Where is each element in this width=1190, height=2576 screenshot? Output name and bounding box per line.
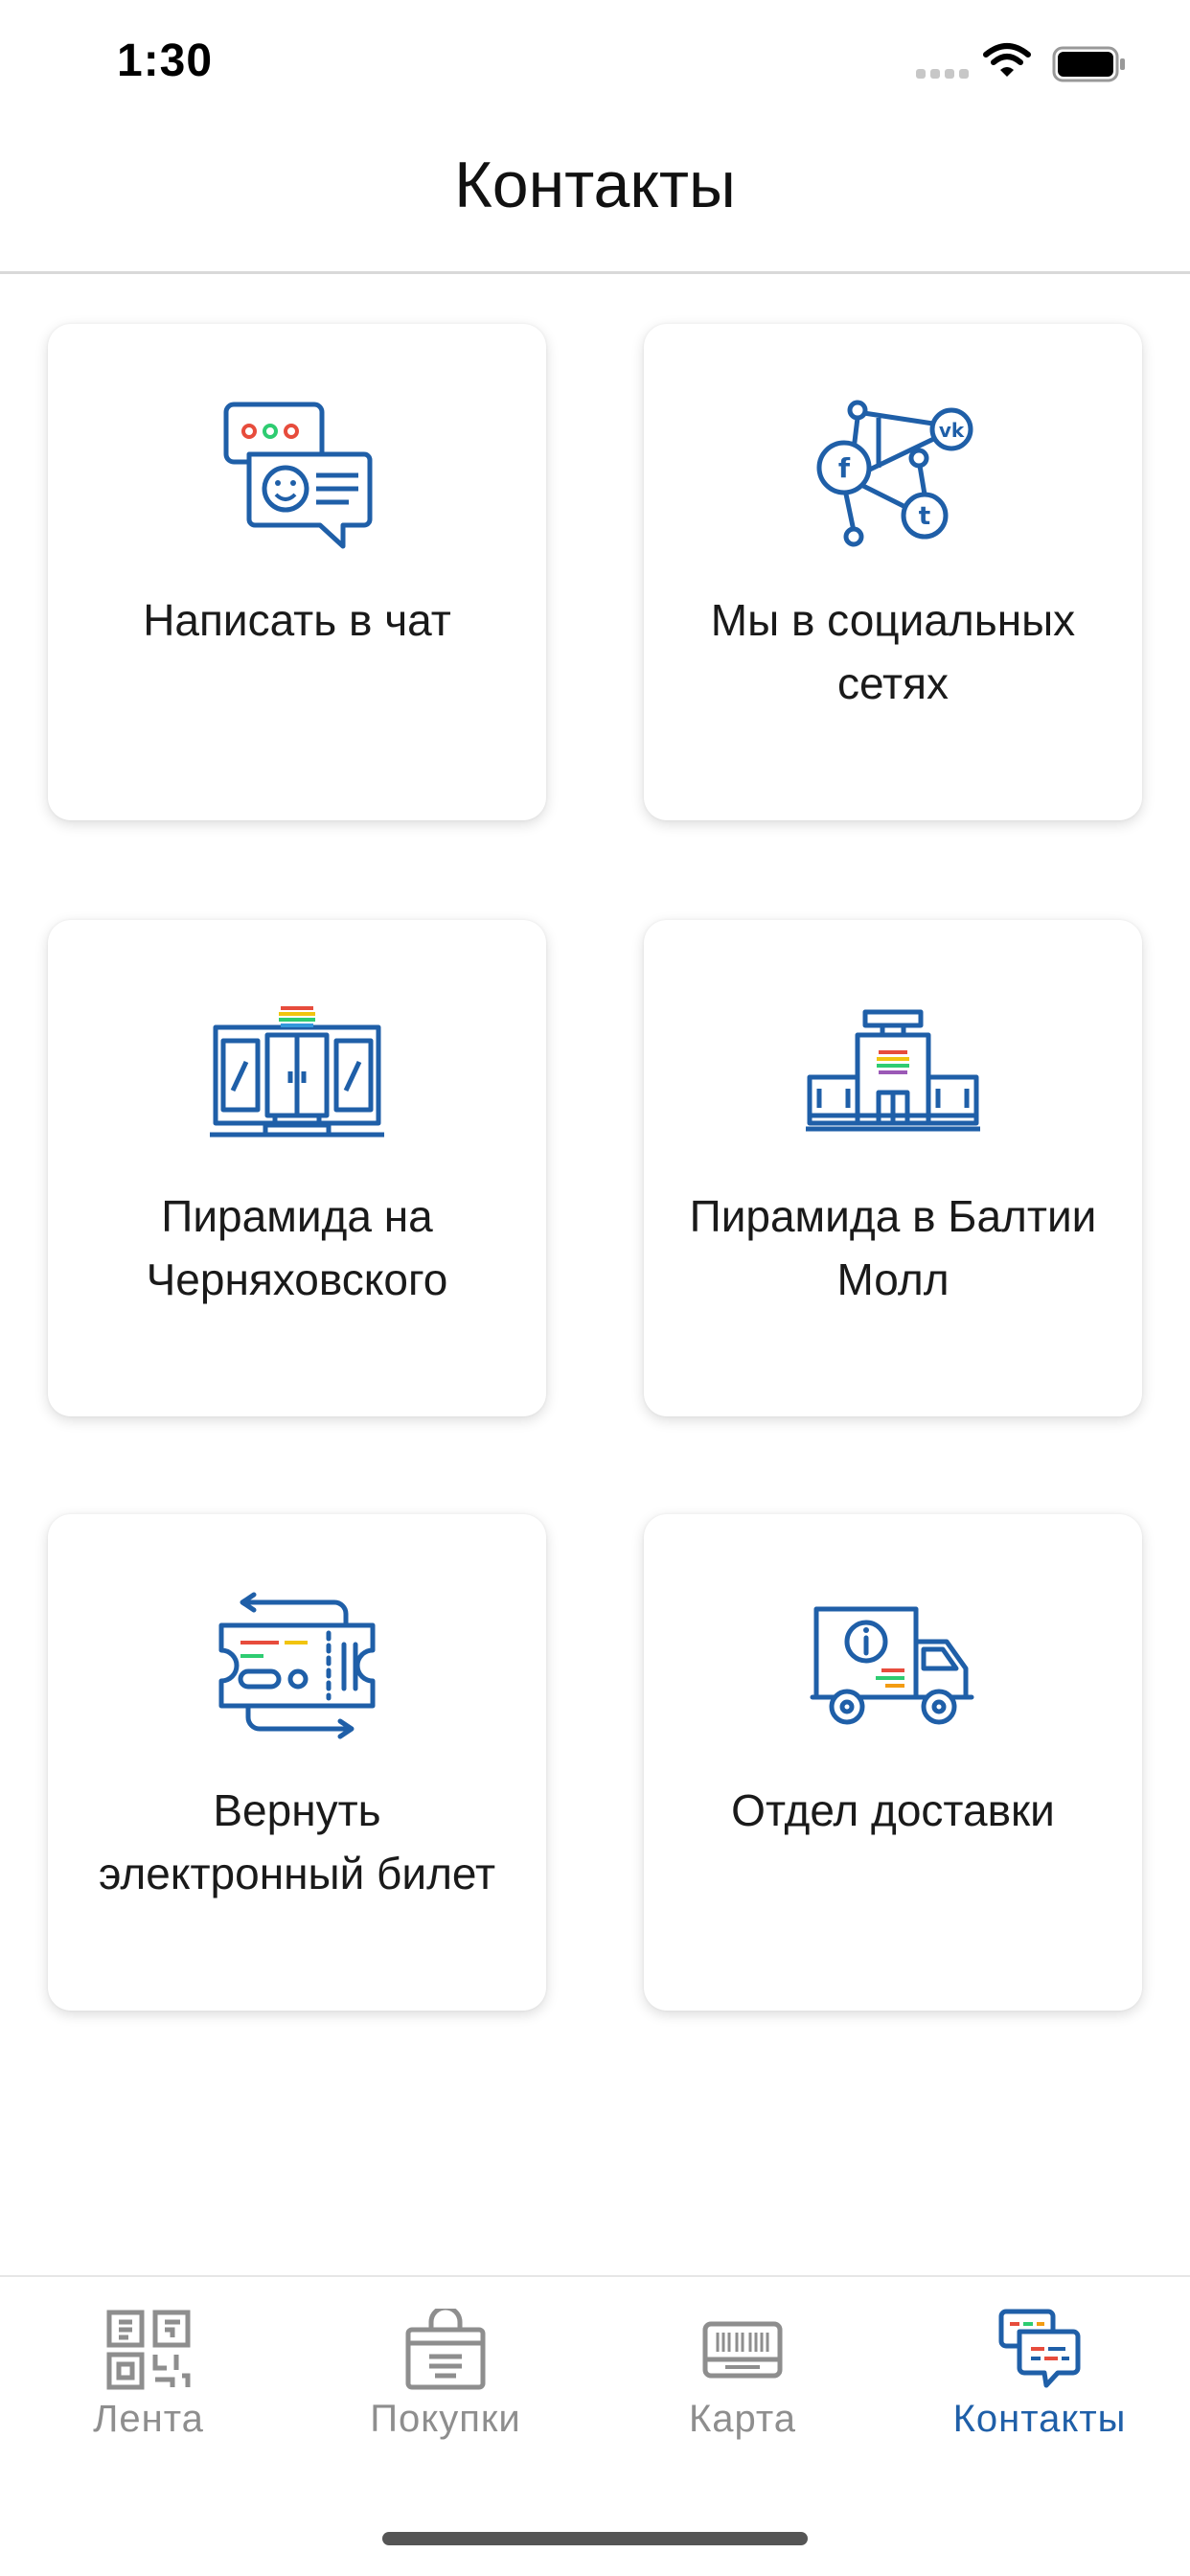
store-baltia-mall-card[interactable]: Пирамида в Балтии Молл [644,920,1142,1416]
tab-purchases[interactable]: Покупки [297,2277,594,2469]
tab-contacts[interactable]: Контакты [891,2277,1188,2469]
navigation-bar: Контакты [0,134,1190,274]
svg-text:vk: vk [939,419,965,442]
wifi-icon [983,43,1031,77]
tab-bar: Лента Покупки Карта Контакты [0,2275,1190,2576]
return-eticket-card[interactable]: Вернуть электронный билет [48,1514,546,2011]
cellular-signal-icon [916,69,969,79]
svg-text:f: f [838,452,851,484]
card-label: Пирамида в Балтии Молл [689,1191,1097,1304]
chat-bubbles-icon [223,402,373,549]
shopping-bag-icon [405,2309,486,2390]
tab-label: Лента [93,2398,204,2440]
card-label: Написать в чат [143,595,451,645]
contacts-chat-icon [998,2309,1081,2388]
tab-card[interactable]: Карта [594,2277,891,2469]
home-indicator[interactable] [382,2532,808,2545]
tab-label: Покупки [370,2398,521,2440]
page-title: Контакты [454,149,736,221]
social-networks-card[interactable]: f vk t Мы в социальных сетях [644,324,1142,820]
store-chernyakhovskogo-card[interactable]: Пирамида на Черняховского [48,920,546,1416]
battery-icon [1052,46,1125,82]
tab-feed[interactable]: Лента [0,2277,297,2469]
feed-qr-icon [106,2310,191,2390]
card-label: Мы в социальных сетях [710,595,1076,708]
svg-text:t: t [919,502,930,531]
tab-label: Карта [688,2398,797,2440]
card-label: Пирамида на Черняховского [146,1191,448,1304]
status-bar: 1:30 [0,0,1190,134]
delivery-truck-icon [810,1606,974,1725]
status-time: 1:30 [117,35,214,86]
tab-label: Контакты [952,2398,1127,2440]
card-label: Вернуть электронный билет [98,1785,496,1898]
write-to-chat-card[interactable]: Написать в чат [48,324,546,820]
contacts-screen: 1:30 Контакты Написать в чат f vk t Мы в… [0,0,1190,2576]
delivery-department-card[interactable]: Отдел доставки [644,1514,1142,2011]
store-front-icon [210,1006,384,1138]
mall-building-icon [806,1009,980,1132]
card-label: Отдел доставки [731,1785,1055,1835]
social-network-icon: f vk t [816,400,973,547]
barcode-card-icon [702,2321,783,2379]
ticket-return-icon [218,1592,376,1739]
